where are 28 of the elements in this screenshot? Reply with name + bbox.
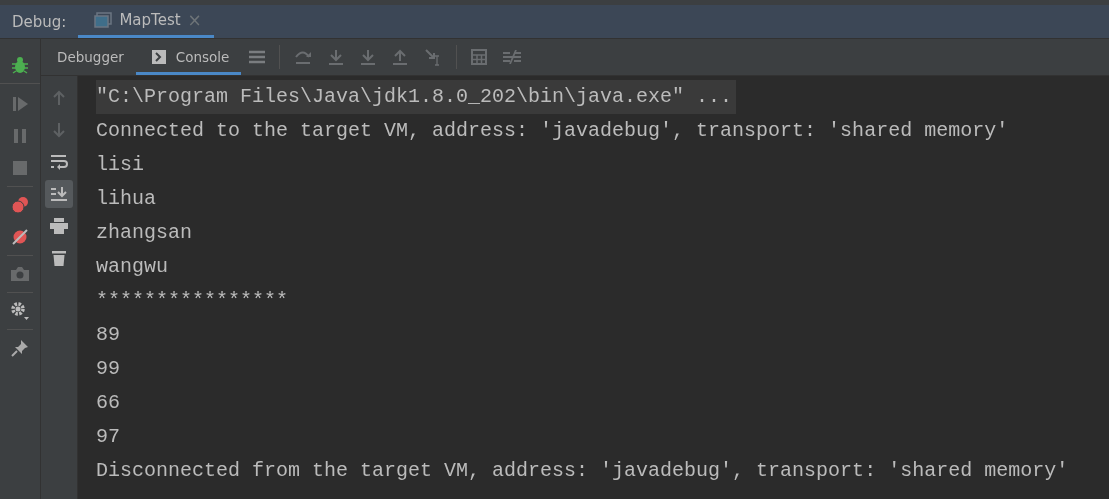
step-into-icon[interactable] [328, 49, 345, 65]
menu-icon[interactable] [249, 50, 266, 64]
console-icon [151, 50, 166, 64]
console-line: 99 [96, 356, 121, 382]
breakpoints-icon[interactable] [10, 195, 30, 215]
calculator-icon[interactable] [471, 49, 488, 65]
window-icon [94, 12, 113, 28]
console-line: 66 [96, 390, 121, 416]
console-line: lisi [96, 152, 145, 178]
bug-icon[interactable] [10, 55, 30, 75]
console-line: zhangsan [96, 220, 193, 246]
console-line: lihua [96, 186, 157, 212]
settings-icon[interactable] [10, 301, 30, 321]
force-step-into-icon[interactable] [360, 49, 377, 65]
console-line: Connected to the target VM, address: 'javadebug', transport: 'shared memory' [96, 118, 1010, 144]
console-line: 97 [96, 424, 121, 450]
tab[interactable]: Console [135, 39, 242, 75]
pin-icon[interactable] [10, 338, 30, 358]
console-line: wangwu [96, 254, 169, 280]
debug-label: Debug: [11, 11, 68, 33]
step-over-icon[interactable] [294, 49, 313, 65]
step-out-icon[interactable] [392, 49, 409, 65]
console-line: Disconnected from the target VM, address: 'javadebug', transport: 'shared memory' [96, 458, 1070, 484]
tab[interactable]: Debugger [41, 39, 136, 75]
mute-breakpoints-icon[interactable] [10, 227, 30, 247]
console-line: **************** [96, 288, 290, 314]
scroll-to-end-icon[interactable] [45, 180, 73, 208]
console-line: 89 [96, 322, 121, 348]
